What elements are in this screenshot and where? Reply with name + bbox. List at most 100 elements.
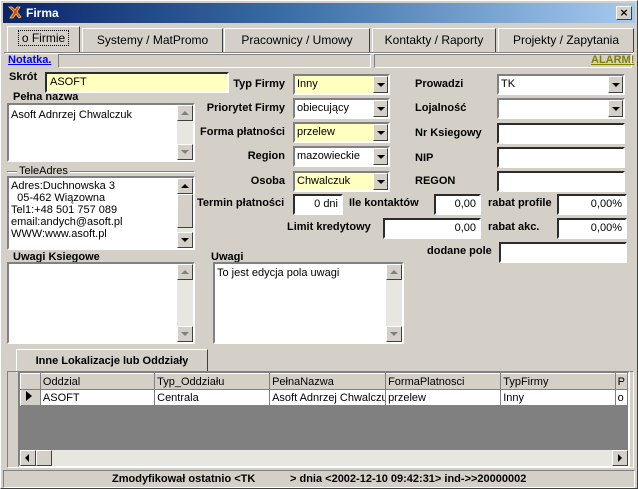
scroll-down-icon[interactable]: [386, 326, 402, 342]
uwagi-memo[interactable]: To jest edycja pola uwagi: [213, 262, 404, 344]
scroll-down-icon[interactable]: [177, 144, 193, 160]
scroll-up-icon[interactable]: [177, 264, 193, 280]
tab-kontakty[interactable]: Kontakty / Raporty: [372, 28, 496, 52]
table-row[interactable]: ASOFT Centrala Asoft Adnrzej Chwalczuk p…: [20, 389, 628, 406]
column-header[interactable]: Oddzial: [39, 373, 156, 390]
firma-window: Firma × o Firmie Systemy / MatPromo Prac…: [0, 0, 638, 489]
ile-kontaktow-input[interactable]: 0,00: [434, 194, 481, 215]
grid-hscrollbar[interactable]: [20, 450, 628, 466]
region-value: mazowieckie: [297, 150, 360, 162]
close-icon[interactable]: ×: [616, 6, 632, 20]
grid-cell[interactable]: o: [615, 389, 628, 406]
uwagi-ksiegowe-scrollbar[interactable]: [177, 264, 193, 342]
nr-ksiegowy-label: Nr Ksiegowy: [415, 127, 482, 139]
dodane-pole-label: dodane pole: [427, 245, 492, 257]
tab-pracownicy[interactable]: Pracownicy / Umowy: [224, 28, 370, 52]
column-header[interactable]: Typ_Oddziału: [154, 373, 271, 390]
scroll-up-icon[interactable]: [177, 178, 193, 194]
title-bar[interactable]: Firma ×: [3, 3, 635, 23]
dropdown-arrow-icon[interactable]: [373, 148, 388, 165]
prowadzi-label: Prowadzi: [415, 78, 464, 90]
teleadres-memo[interactable]: Adres:Duchnowska 3 05-462 Wiązowna Tel1:…: [7, 176, 195, 250]
dropdown-arrow-icon[interactable]: [373, 100, 388, 117]
column-header[interactable]: TypFirmy: [500, 373, 616, 390]
teleadres-line: email:andych@asoft.pl: [11, 216, 123, 228]
limit-input[interactable]: 0,00: [383, 218, 481, 239]
column-header[interactable]: FormaPlatnosci: [385, 373, 502, 390]
tab-systemy[interactable]: Systemy / MatPromo: [82, 28, 223, 52]
column-header[interactable]: P: [614, 373, 628, 390]
row-indicator[interactable]: [20, 389, 41, 406]
tab-projekty[interactable]: Projekty / Zapytania: [498, 28, 634, 52]
app-icon: [8, 6, 22, 19]
scroll-left-icon[interactable]: [20, 450, 36, 466]
lojalnosc-select[interactable]: [497, 98, 625, 119]
region-label: Region: [247, 150, 285, 162]
forma-platnosci-select[interactable]: przelew: [293, 122, 390, 143]
dropdown-arrow-icon[interactable]: [373, 124, 388, 141]
osoba-value: Chwalczuk: [297, 175, 351, 187]
uwagi-ksiegowe-memo[interactable]: [7, 262, 195, 344]
osoba-select[interactable]: Chwalczuk: [293, 171, 390, 192]
scroll-right-icon[interactable]: [612, 450, 628, 466]
tab-inne-lokalizacje[interactable]: Inne Lokalizacje lub Oddziały: [16, 349, 208, 373]
termin-input[interactable]: 0 dni: [293, 194, 343, 215]
dropdown-arrow-icon[interactable]: [608, 100, 623, 117]
tab-label: o Firmie: [17, 30, 70, 46]
dropdown-arrow-icon[interactable]: [373, 76, 388, 93]
pelna-nazwa-text: Asoft Adnrzej Chwalczuk: [11, 109, 133, 121]
scroll-down-icon[interactable]: [177, 326, 193, 342]
nr-ksiegowy-input[interactable]: [497, 123, 625, 144]
priorytet-label: Priorytet Firmy: [206, 102, 285, 114]
dropdown-arrow-icon[interactable]: [608, 76, 623, 93]
regon-label: REGON: [415, 175, 456, 187]
ile-kontaktow-label: Ile kontaktów: [349, 197, 419, 209]
status-bar: Zmodyfikował ostatnio <TK > dnia <2002-1…: [3, 470, 635, 488]
rabat-akc-input[interactable]: 0,00%: [557, 218, 627, 239]
tab-label: Kontakty / Raporty: [384, 33, 484, 47]
dropdown-arrow-icon[interactable]: [373, 173, 388, 190]
grid-cell[interactable]: Centrala: [154, 389, 271, 406]
tab-label: Systemy / MatPromo: [96, 33, 209, 47]
grid-cell[interactable]: Inny: [500, 389, 616, 406]
teleadres-line: Tel1:+48 501 757 089: [11, 204, 118, 216]
notatka-link[interactable]: Notatka.: [8, 54, 51, 66]
alarm-link[interactable]: ALARM!: [591, 54, 634, 66]
teleadres-scrollbar[interactable]: [177, 178, 193, 248]
pelna-nazwa-label: Pełna nazwa: [13, 91, 79, 103]
lojalnosc-label: Lojalność: [415, 102, 467, 114]
typ-firmy-label: Typ Firmy: [233, 78, 285, 90]
teleadres-line: Adres:Duchnowska 3: [11, 180, 115, 192]
dodane-pole-input[interactable]: [499, 242, 627, 263]
scroll-up-icon[interactable]: [177, 105, 193, 121]
nip-input[interactable]: [497, 147, 625, 168]
uwagi-scrollbar[interactable]: [386, 264, 402, 342]
scroll-thumb[interactable]: [177, 194, 193, 228]
pelna-nazwa-memo[interactable]: Asoft Adnrzej Chwalczuk: [7, 103, 195, 162]
priorytet-select[interactable]: obiecujący: [293, 98, 390, 119]
column-header[interactable]: PełnaNazwa: [269, 373, 387, 390]
grid-cell[interactable]: ASOFT: [40, 389, 156, 406]
tab-label: Pracownicy / Umowy: [241, 33, 353, 47]
nip-label: NIP: [415, 152, 434, 164]
tab-o-firmie[interactable]: o Firmie: [7, 26, 80, 52]
prowadzi-select[interactable]: TK: [497, 74, 625, 95]
tab-label: Projekty / Zapytania: [512, 33, 620, 47]
grid-cell[interactable]: Asoft Adnrzej Chwalczuk: [269, 389, 387, 406]
prowadzi-value: TK: [501, 78, 516, 90]
scroll-down-icon[interactable]: [177, 232, 193, 248]
window-title: Firma: [26, 6, 59, 20]
current-row-icon: [25, 391, 32, 401]
typ-firmy-select[interactable]: Inny: [293, 74, 390, 95]
scroll-up-icon[interactable]: [386, 264, 402, 280]
rabat-profile-label: rabat profile: [488, 197, 552, 209]
termin-label: Termin płatności: [197, 197, 285, 209]
priorytet-value: obiecujący: [297, 102, 349, 114]
grid-cell[interactable]: przelew: [385, 389, 502, 406]
rabat-profile-input[interactable]: 0,00%: [557, 194, 627, 215]
scroll-thumb[interactable]: [36, 450, 52, 466]
grid-header-row: Oddzial Typ_Oddziału PełnaNazwa FormaPla…: [20, 373, 628, 390]
typ-firmy-value: Inny: [297, 78, 318, 90]
regon-input[interactable]: [497, 171, 625, 192]
region-select[interactable]: mazowieckie: [293, 146, 390, 167]
